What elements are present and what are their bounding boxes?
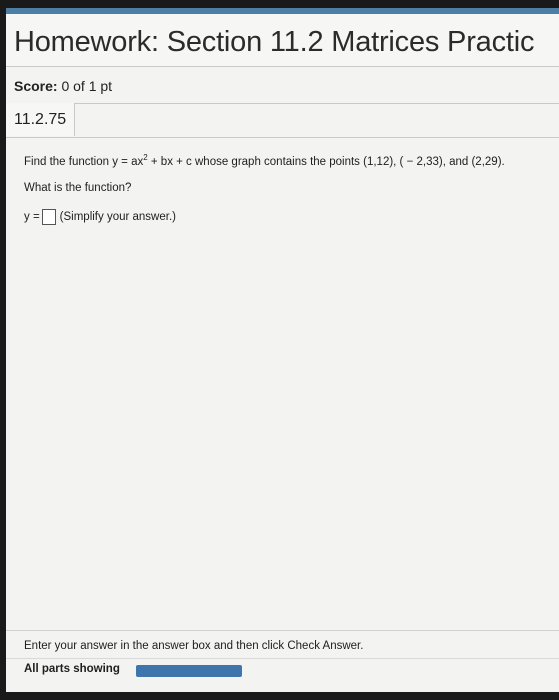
score-label: Score:: [14, 78, 58, 94]
parts-progress-bar: [136, 665, 242, 677]
answer-input[interactable]: [41, 209, 56, 225]
question-text-start: Find the function y = ax: [24, 155, 144, 168]
question-number-box: 11.2.75: [6, 103, 76, 136]
score-row: Score: 0 of 1 pt: [6, 67, 559, 104]
parts-showing-label: All parts showing: [24, 663, 120, 675]
score: Score: 0 of 1 pt: [14, 78, 112, 94]
page-title: Homework: Section 11.2 Matrices Practic: [14, 26, 535, 58]
answer-row: y = (Simplify your answer.): [24, 209, 176, 225]
title-bar: Homework: Section 11.2 Matrices Practic: [6, 14, 559, 67]
question-number: 11.2.75: [14, 111, 67, 128]
question-number-row: 11.2.75: [6, 103, 559, 138]
answer-prefix: y =: [24, 211, 40, 223]
question-text: Find the function y = ax2 + bx + c whose…: [24, 153, 505, 168]
footer-divider: [6, 630, 559, 631]
instruction-text: Enter your answer in the answer box and …: [24, 640, 364, 652]
question-prompt: What is the function?: [24, 182, 132, 194]
homework-page: Homework: Section 11.2 Matrices Practic …: [6, 8, 559, 692]
parts-progress-fill: [136, 665, 242, 677]
score-value: 0 of 1 pt: [61, 78, 113, 94]
footer-divider-2: [6, 658, 559, 659]
answer-hint: (Simplify your answer.): [59, 211, 176, 223]
question-text-end: + bx + c whose graph contains the points…: [147, 155, 505, 168]
